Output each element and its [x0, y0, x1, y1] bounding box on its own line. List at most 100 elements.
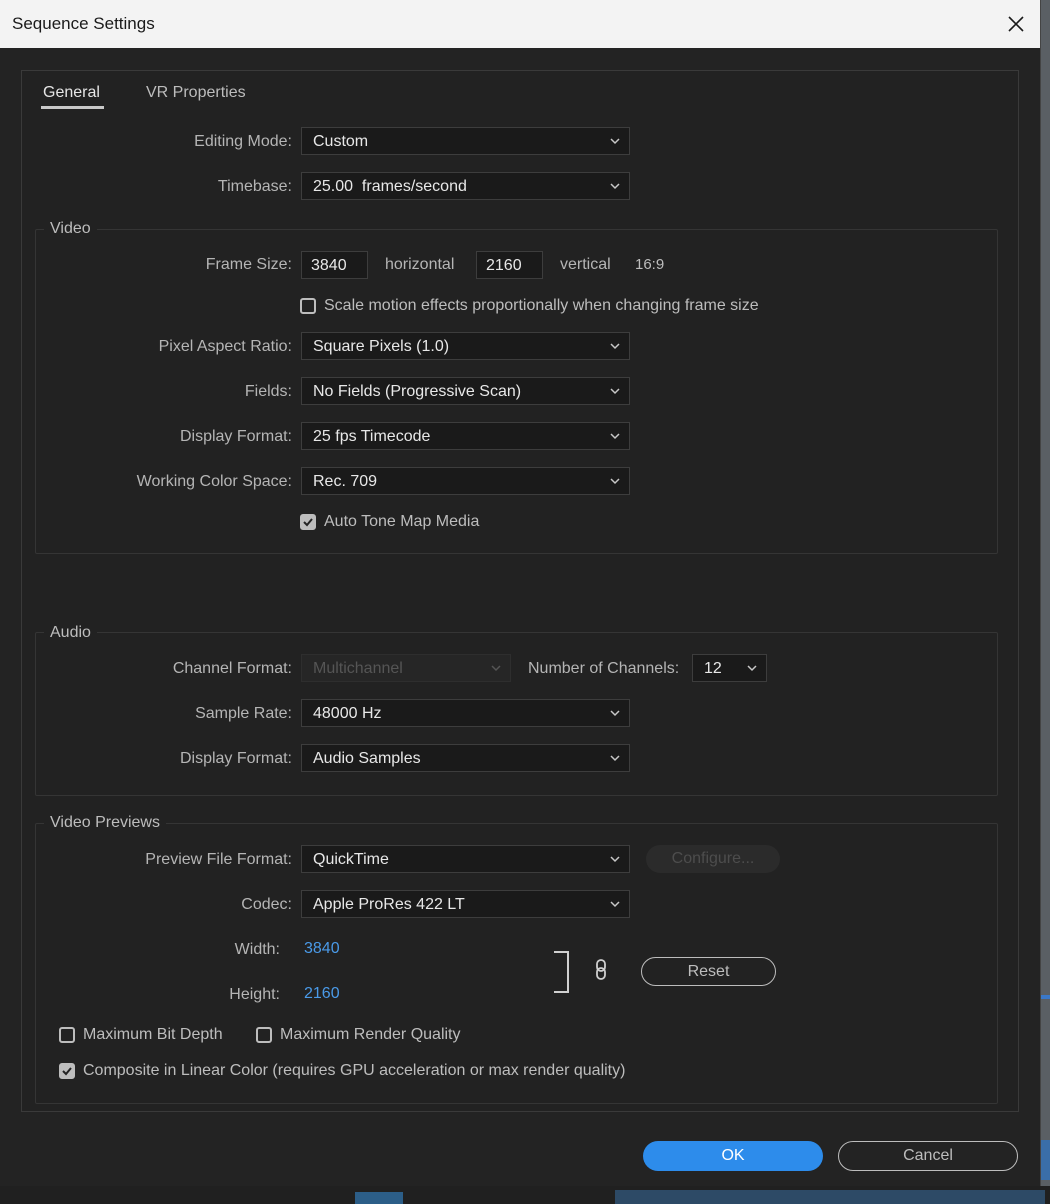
max-bit-depth-label: Maximum Bit Depth: [83, 1026, 223, 1043]
chevron-down-icon: [610, 478, 620, 485]
pixel-aspect-label: Pixel Aspect Ratio:: [158, 338, 292, 355]
preview-width-value[interactable]: 3840: [304, 940, 340, 958]
width-label: Width:: [234, 941, 280, 958]
audio-display-format-value: Audio Samples: [313, 750, 421, 767]
ok-button[interactable]: OK: [643, 1141, 823, 1171]
chevron-down-icon: [610, 183, 620, 190]
codec-value: Apple ProRes 422 LT: [313, 896, 465, 913]
title-bar: Sequence Settings: [0, 0, 1040, 48]
frame-size-label: Frame Size:: [205, 256, 292, 273]
background-marker: [1040, 1140, 1050, 1180]
scale-motion-label: Scale motion effects proportionally when…: [324, 297, 759, 314]
horizontal-label: horizontal: [385, 256, 455, 273]
sample-rate-value: 48000 Hz: [313, 705, 382, 722]
chevron-down-icon: [610, 710, 620, 717]
close-button[interactable]: [998, 6, 1034, 42]
audio-display-format-label: Display Format:: [179, 750, 292, 767]
color-space-label: Working Color Space:: [136, 473, 292, 490]
link-bracket-icon: [554, 951, 569, 993]
checkbox-box: [59, 1027, 75, 1043]
video-previews-group-title: Video Previews: [44, 814, 166, 832]
sequence-settings-dialog: Sequence Settings General VR Properties …: [0, 0, 1041, 1186]
chevron-down-icon: [610, 856, 620, 863]
audio-group-title: Audio: [44, 624, 97, 642]
tab-vr-properties[interactable]: VR Properties: [146, 84, 246, 102]
scale-motion-checkbox[interactable]: Scale motion effects proportionally when…: [300, 297, 759, 315]
active-tab-indicator: [41, 106, 104, 109]
frame-width-value: 3840: [311, 257, 347, 274]
background-clip: [615, 1190, 1045, 1204]
checkbox-box: [256, 1027, 272, 1043]
video-display-format-select[interactable]: 25 fps Timecode: [301, 422, 630, 450]
auto-tone-map-checkbox[interactable]: Auto Tone Map Media: [300, 513, 479, 531]
chevron-down-icon: [610, 433, 620, 440]
aspect-ratio-readout: 16:9: [635, 256, 665, 273]
channel-format-label: Channel Format:: [172, 660, 292, 677]
checkbox-box: [59, 1063, 75, 1079]
chevron-down-icon: [747, 665, 757, 672]
frame-width-input[interactable]: 3840: [301, 251, 368, 279]
codec-select[interactable]: Apple ProRes 422 LT: [301, 890, 630, 918]
chevron-down-icon: [610, 755, 620, 762]
checkbox-box: [300, 298, 316, 314]
background-timeline: [0, 1186, 1050, 1204]
editing-mode-select[interactable]: Custom: [301, 127, 630, 155]
audio-display-format-select[interactable]: Audio Samples: [301, 744, 630, 772]
composite-linear-label: Composite in Linear Color (requires GPU …: [83, 1062, 626, 1079]
fields-value: No Fields (Progressive Scan): [313, 383, 522, 400]
preview-file-format-label: Preview File Format:: [145, 851, 292, 868]
codec-label: Codec:: [241, 896, 292, 913]
pixel-aspect-value: Square Pixels (1.0): [313, 338, 450, 355]
chain-link-icon[interactable]: [594, 958, 608, 982]
cancel-button[interactable]: Cancel: [838, 1141, 1018, 1171]
background-marker: [1040, 995, 1050, 999]
vertical-label: vertical: [560, 256, 611, 273]
display-format-label: Display Format:: [179, 428, 292, 445]
preview-file-format-select[interactable]: QuickTime: [301, 845, 630, 873]
timebase-value: 25.00 frames/second: [313, 178, 467, 195]
checkbox-box: [300, 514, 316, 530]
configure-button: Configure...: [646, 845, 780, 873]
chevron-down-icon: [610, 388, 620, 395]
color-space-value: Rec. 709: [313, 473, 378, 490]
editing-mode-value: Custom: [313, 133, 369, 150]
dialog-title: Sequence Settings: [12, 14, 155, 33]
max-render-quality-label: Maximum Render Quality: [280, 1026, 461, 1043]
background-app-right-edge: [1040, 0, 1050, 1204]
video-display-format-value: 25 fps Timecode: [313, 428, 431, 445]
reset-button[interactable]: Reset: [641, 957, 776, 986]
color-space-select[interactable]: Rec. 709: [301, 467, 630, 495]
preview-height-value[interactable]: 2160: [304, 985, 340, 1003]
sample-rate-select[interactable]: 48000 Hz: [301, 699, 630, 727]
close-icon: [1008, 16, 1024, 32]
checkmark-icon: [62, 1067, 72, 1076]
channel-format-select: Multichannel: [301, 654, 511, 682]
checkmark-icon: [303, 518, 313, 527]
chevron-down-icon: [610, 138, 620, 145]
chevron-down-icon: [610, 901, 620, 908]
timebase-label: Timebase:: [217, 178, 292, 195]
max-bit-depth-checkbox[interactable]: Maximum Bit Depth: [59, 1026, 223, 1044]
chevron-down-icon: [610, 343, 620, 350]
num-channels-value: 12: [704, 660, 722, 677]
max-render-quality-checkbox[interactable]: Maximum Render Quality: [256, 1026, 461, 1044]
num-channels-select[interactable]: 12: [692, 654, 767, 682]
channel-format-value: Multichannel: [313, 660, 403, 677]
pixel-aspect-select[interactable]: Square Pixels (1.0): [301, 332, 630, 360]
num-channels-label: Number of Channels:: [528, 660, 680, 677]
timebase-select[interactable]: 25.00 frames/second: [301, 172, 630, 200]
composite-linear-checkbox[interactable]: Composite in Linear Color (requires GPU …: [59, 1062, 625, 1080]
background-clip: [355, 1192, 403, 1204]
frame-height-value: 2160: [486, 257, 522, 274]
editing-mode-label: Editing Mode:: [194, 133, 292, 150]
auto-tone-map-label: Auto Tone Map Media: [324, 513, 480, 530]
height-label: Height:: [229, 986, 280, 1003]
video-group-title: Video: [44, 220, 97, 238]
preview-file-format-value: QuickTime: [313, 851, 389, 868]
chevron-down-icon: [491, 665, 501, 672]
frame-height-input[interactable]: 2160: [476, 251, 543, 279]
fields-label: Fields:: [244, 383, 292, 400]
sample-rate-label: Sample Rate:: [195, 705, 292, 722]
tab-general[interactable]: General: [43, 84, 100, 102]
fields-select[interactable]: No Fields (Progressive Scan): [301, 377, 630, 405]
